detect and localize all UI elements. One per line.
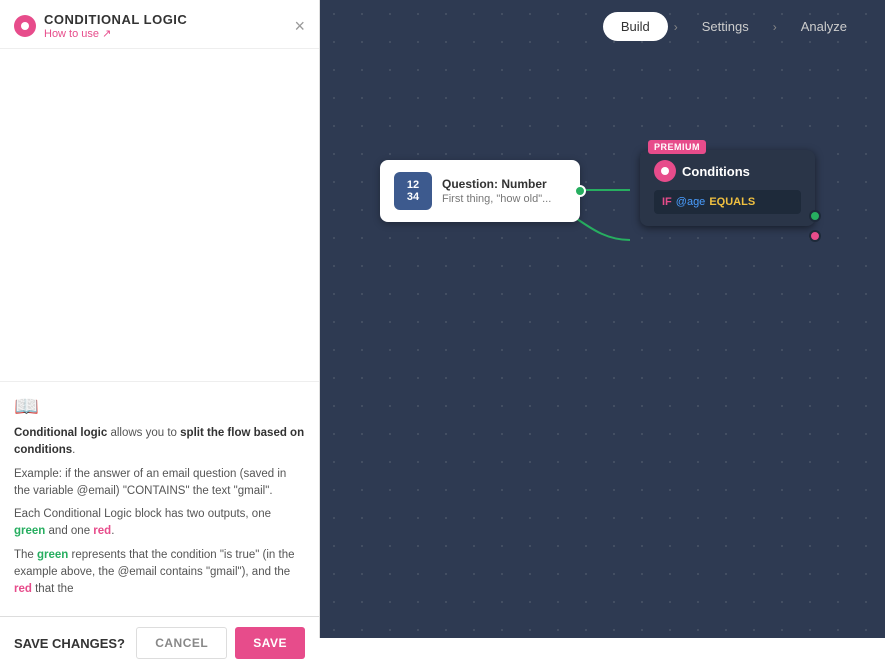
op-chip: EQUALS bbox=[709, 196, 755, 208]
info-paragraph-3: Each Conditional Logic block has two out… bbox=[14, 506, 305, 541]
tab-analyze[interactable]: Analyze bbox=[783, 12, 865, 41]
if-chip: IF bbox=[662, 196, 672, 208]
tab-build[interactable]: Build bbox=[603, 12, 668, 41]
premium-badge: PREMIUM bbox=[648, 140, 706, 154]
save-button[interactable]: SAVE bbox=[235, 627, 305, 659]
question-node-text: Question: Number First thing, "how old".… bbox=[442, 177, 551, 205]
panel-body: Set the condition(s) IF @ age 1 ✓ EQUAL … bbox=[0, 49, 319, 61]
conditions-node-icon bbox=[654, 160, 676, 182]
conditions-node[interactable]: PREMIUM Conditions IF @age EQUALS bbox=[640, 150, 815, 226]
flow-area: 12 34 Question: Number First thing, "how… bbox=[320, 60, 885, 638]
question-node-subtitle: First thing, "how old"... bbox=[442, 193, 551, 205]
conditions-output-red bbox=[809, 230, 821, 242]
conditions-node-body: IF @age EQUALS bbox=[654, 190, 801, 214]
info-paragraph-4: The green represents that the condition … bbox=[14, 547, 305, 599]
info-box: 📖 Conditional logic allows you to split … bbox=[0, 381, 319, 616]
cancel-button[interactable]: CANCEL bbox=[136, 627, 227, 659]
conditions-node-title: Conditions bbox=[682, 164, 750, 179]
top-nav: Build › Settings › Analyze bbox=[320, 0, 885, 53]
question-output-dot bbox=[574, 185, 586, 197]
chevron-icon-1: › bbox=[674, 20, 678, 34]
panel-subtitle[interactable]: How to use ↗ bbox=[44, 27, 294, 40]
question-node-icon: 12 34 bbox=[394, 172, 432, 210]
chevron-icon-2: › bbox=[773, 20, 777, 34]
bottom-bar-actions: CANCEL SAVE bbox=[136, 627, 305, 659]
nav-tabs: Build › Settings › Analyze bbox=[603, 12, 865, 41]
conditional-logic-icon bbox=[14, 15, 36, 37]
info-paragraph-2: Example: if the answer of an email quest… bbox=[14, 466, 305, 501]
bottom-bar: SAVE CHANGES? CANCEL SAVE bbox=[0, 616, 319, 669]
conditions-output-green bbox=[809, 210, 821, 222]
save-changes-label: SAVE CHANGES? bbox=[14, 636, 125, 651]
panel-title: CONDITIONAL LOGIC bbox=[44, 12, 294, 27]
close-button[interactable]: × bbox=[294, 17, 305, 35]
question-node-title: Question: Number bbox=[442, 177, 551, 191]
connector-svg bbox=[320, 60, 885, 638]
book-icon: 📖 bbox=[14, 394, 305, 419]
info-paragraph-1: Conditional logic allows you to split th… bbox=[14, 425, 305, 460]
tab-settings[interactable]: Settings bbox=[684, 12, 767, 41]
left-panel: CONDITIONAL LOGIC How to use ↗ × Set the… bbox=[0, 0, 320, 638]
question-node[interactable]: 12 34 Question: Number First thing, "how… bbox=[380, 160, 580, 222]
var-chip: @age bbox=[676, 196, 706, 208]
panel-header: CONDITIONAL LOGIC How to use ↗ × bbox=[0, 0, 319, 49]
flow-canvas: Build › Settings › Analyze 12 34 Questio… bbox=[320, 0, 885, 638]
conditions-node-header: Conditions bbox=[654, 160, 801, 182]
panel-title-group: CONDITIONAL LOGIC How to use ↗ bbox=[44, 12, 294, 40]
external-link-icon: ↗ bbox=[102, 28, 111, 40]
